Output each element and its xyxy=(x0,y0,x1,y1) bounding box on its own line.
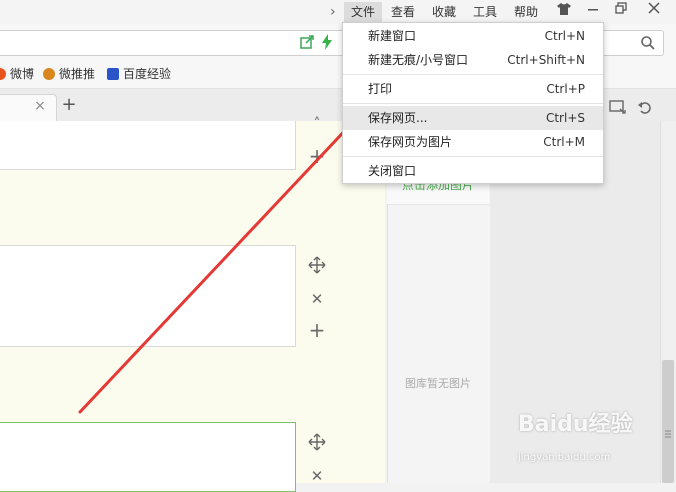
baidu-jingyan-watermark: Baidu经验 xyxy=(518,412,633,437)
close-icon[interactable] xyxy=(640,0,668,22)
chevron-right-icon[interactable]: › xyxy=(330,2,336,22)
minimize-icon[interactable] xyxy=(579,0,607,22)
menu-separator xyxy=(343,74,603,75)
menu-tools[interactable]: 工具 xyxy=(466,2,504,22)
menu-help[interactable]: 帮助 xyxy=(507,2,545,22)
undo-icon[interactable] xyxy=(637,99,653,115)
menu-item-label: 保存网页为图片 xyxy=(368,135,453,149)
skin-shirt-icon[interactable] xyxy=(550,0,578,22)
add-block-plus-icon[interactable]: + xyxy=(307,146,327,166)
tab-close-icon[interactable]: × xyxy=(34,98,46,114)
content-block[interactable] xyxy=(0,245,296,347)
scrollbar-thumb[interactable] xyxy=(662,360,674,483)
bookmark-label: 百度经验 xyxy=(123,67,172,81)
move-arrows-icon[interactable] xyxy=(307,433,327,456)
weituitui-icon xyxy=(43,68,55,80)
bookmark-label: 微博 xyxy=(10,67,35,81)
chevron-up-icon[interactable]: ˄ xyxy=(307,114,327,134)
menu-item-label: 打印 xyxy=(368,82,393,96)
menu-view[interactable]: 查看 xyxy=(384,2,422,22)
delete-x-icon[interactable]: ✕ xyxy=(307,466,327,486)
menu-item-shortcut: Ctrl+S xyxy=(545,111,585,125)
menu-item-shortcut: Ctrl+N xyxy=(544,29,585,43)
delete-x-icon[interactable]: ✕ xyxy=(307,289,327,309)
scroll-grip-icon xyxy=(665,428,671,438)
gallery-empty-text: 图库暂无图片 xyxy=(405,377,471,390)
weibo-icon xyxy=(0,68,6,80)
search-icon[interactable] xyxy=(640,35,656,51)
content-block[interactable] xyxy=(0,121,296,170)
menu-separator xyxy=(343,103,603,104)
menu-favorites[interactable]: 收藏 xyxy=(425,2,463,22)
menu-separator xyxy=(343,156,603,157)
baidu-paw-icon xyxy=(107,68,119,80)
menu-item-print[interactable]: 打印 Ctrl+P xyxy=(343,77,603,101)
bookmark-baidu-jingyan[interactable]: 百度经验 xyxy=(107,66,171,82)
menu-item-save-page[interactable]: 保存网页... Ctrl+S xyxy=(343,106,603,130)
bookmark-weibo[interactable]: 微博 xyxy=(0,66,34,82)
menu-item-new-incognito-window[interactable]: 新建无痕/小号窗口 Ctrl+Shift+N xyxy=(343,48,603,72)
menu-item-label: 新建无痕/小号窗口 xyxy=(368,53,469,67)
bookmark-label: 微推推 xyxy=(59,67,96,81)
menu-item-shortcut: Ctrl+P xyxy=(546,82,585,96)
menu-file[interactable]: 文件 xyxy=(344,2,383,22)
menu-item-shortcut: Ctrl+Shift+N xyxy=(507,53,585,67)
add-block-plus-icon[interactable]: + xyxy=(307,320,327,340)
bookmark-weituitui[interactable]: 微推推 xyxy=(43,66,95,82)
lightning-icon[interactable] xyxy=(321,34,333,50)
screenshot-icon[interactable] xyxy=(609,99,627,115)
menu-item-new-window[interactable]: 新建窗口 Ctrl+N xyxy=(343,24,603,48)
menu-item-label: 保存网页... xyxy=(368,111,428,125)
watermark-url: jingyan.baidu.com xyxy=(518,452,611,463)
move-arrows-icon[interactable] xyxy=(307,256,327,279)
menu-item-label: 关闭窗口 xyxy=(368,164,417,178)
restore-icon[interactable] xyxy=(607,0,635,22)
menu-item-close-window[interactable]: 关闭窗口 xyxy=(343,159,603,183)
new-tab-plus-icon[interactable]: + xyxy=(60,95,78,115)
tab-current[interactable] xyxy=(0,94,57,121)
menu-item-label: 新建窗口 xyxy=(368,29,417,43)
menu-item-shortcut: Ctrl+M xyxy=(543,135,585,149)
file-menu-dropdown: 新建窗口 Ctrl+N 新建无痕/小号窗口 Ctrl+Shift+N 打印 Ct… xyxy=(342,22,604,184)
content-block-selected[interactable] xyxy=(0,422,296,492)
share-icon[interactable] xyxy=(300,35,314,49)
menu-item-save-page-as-image[interactable]: 保存网页为图片 Ctrl+M xyxy=(343,130,603,154)
